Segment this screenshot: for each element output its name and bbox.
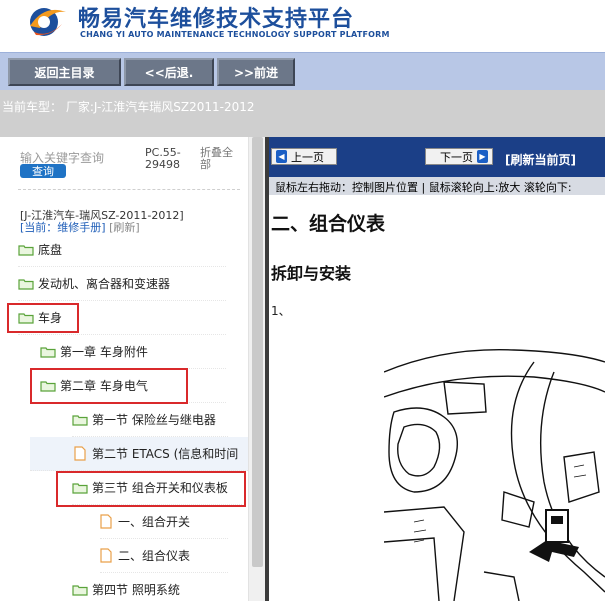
document-viewer: ◀ 上一页 下一页 ▶ [刷新当前页] 鼠标左右拖动：控制图片位置 | 鼠标滚轮… — [269, 137, 605, 601]
folder-open-icon — [40, 380, 56, 392]
folder-open-icon — [72, 482, 88, 494]
tree-item-body-electrical[interactable]: 第二章 车身电气 — [40, 369, 226, 403]
tree-item-body[interactable]: 车身 — [18, 301, 226, 335]
folder-open-icon — [18, 312, 34, 324]
document-title: 二、组合仪表 — [271, 213, 386, 235]
folder-icon — [40, 346, 56, 358]
main-toolbar: 返回主目录 <<后退. >>前进 — [0, 52, 605, 90]
next-page-label: 下一页 — [440, 150, 473, 164]
document-icon — [74, 446, 86, 461]
tree-item-engine[interactable]: 发动机、离合器和变速器 — [18, 267, 226, 301]
catalog-panel: 输入关键字查询 查询 PC.55-29498 折叠全部 [J-江淮汽车-瑞风SZ… — [0, 137, 265, 601]
tree-item-label: 二、组合仪表 — [118, 549, 191, 563]
tree-item-combination-switch-panel[interactable]: 第三节 组合开关和仪表板 — [72, 471, 242, 505]
forward-button[interactable]: >>前进 — [217, 58, 295, 86]
tree-item-label: 底盘 — [38, 243, 63, 257]
search-button[interactable]: 查询 — [20, 164, 66, 178]
document-icon — [100, 514, 112, 529]
logo-icon — [30, 8, 66, 36]
divider — [18, 189, 240, 190]
page-nav-bar: ◀ 上一页 下一页 ▶ [刷新当前页] — [269, 137, 605, 177]
document-step: 1、 — [271, 304, 291, 318]
viewer-hint: 鼠标左右拖动：控制图片位置 | 鼠标滚轮向上:放大 滚轮向下: — [269, 177, 605, 195]
refresh-page-link[interactable]: [刷新当前页] — [505, 151, 576, 168]
tree-item-label: 发动机、离合器和变速器 — [38, 277, 171, 291]
brand-title: 畅易汽车维修技术支持平台 — [78, 7, 355, 32]
tree-item-label: 第二章 车身电气 — [60, 379, 148, 393]
document-subtitle: 拆卸与安装 — [271, 264, 352, 283]
vehicle-info-bar: 当前车型： 厂家:J-江淮汽车瑞风SZ2011-2012 — [0, 90, 605, 137]
tree-item-label: 第一节 保险丝与继电器 — [92, 413, 216, 427]
collapse-all-link[interactable]: 折叠全部 — [200, 147, 242, 171]
tree-item-lighting[interactable]: 第四节 照明系统 — [72, 573, 228, 601]
tree-item-label: 第四节 照明系统 — [92, 583, 180, 597]
pc-code: PC.55-29498 — [145, 146, 181, 171]
tree-item-label: 一、组合开关 — [118, 515, 191, 529]
folder-icon — [18, 278, 34, 290]
brand-subtitle: CHANG YI AUTO MAINTENANCE TECHNOLOGY SUP… — [80, 30, 390, 39]
tree-item-label: 车身 — [38, 311, 63, 325]
current-vehicle: 当前车型： 厂家:J-江淮汽车瑞风SZ2011-2012 — [2, 100, 255, 114]
folder-icon — [18, 244, 34, 256]
tree-item-label: 第三节 组合开关和仪表板 — [92, 481, 228, 495]
folder-icon — [72, 584, 88, 596]
instrument-panel-drawing[interactable] — [384, 342, 605, 601]
app-header: 畅易汽车维修技术支持平台 CHANG YI AUTO MAINTENANCE T… — [0, 0, 605, 52]
tree-item-body-accessories[interactable]: 第一章 车身附件 — [40, 335, 226, 369]
tree-item-chassis[interactable]: 底盘 — [18, 233, 226, 267]
arrow-right-icon: ▶ — [477, 150, 488, 163]
scrollbar-thumb[interactable] — [252, 137, 263, 567]
tree-item-etacs[interactable]: 第二节 ETACS (信息和时间 — [30, 437, 248, 471]
home-button[interactable]: 返回主目录 — [8, 58, 121, 86]
next-page-button[interactable]: 下一页 ▶ — [425, 148, 493, 165]
tree-item-label: 第二节 ETACS (信息和时间 — [92, 447, 239, 461]
tree-item-instrument-cluster[interactable]: 二、组合仪表 — [100, 539, 228, 573]
arrow-left-icon: ◀ — [276, 150, 287, 163]
prev-page-button[interactable]: ◀ 上一页 — [271, 148, 337, 165]
folder-icon — [72, 414, 88, 426]
tree-item-combination-switch[interactable]: 一、组合开关 — [100, 505, 228, 539]
back-button[interactable]: <<后退. — [124, 58, 214, 86]
tree-item-fuses-relays[interactable]: 第一节 保险丝与继电器 — [72, 403, 228, 437]
prev-page-label: 上一页 — [291, 150, 324, 164]
document-icon — [100, 548, 112, 563]
tree-item-label: 第一章 车身附件 — [60, 345, 148, 359]
catalog-scrollbar[interactable] — [248, 137, 265, 601]
